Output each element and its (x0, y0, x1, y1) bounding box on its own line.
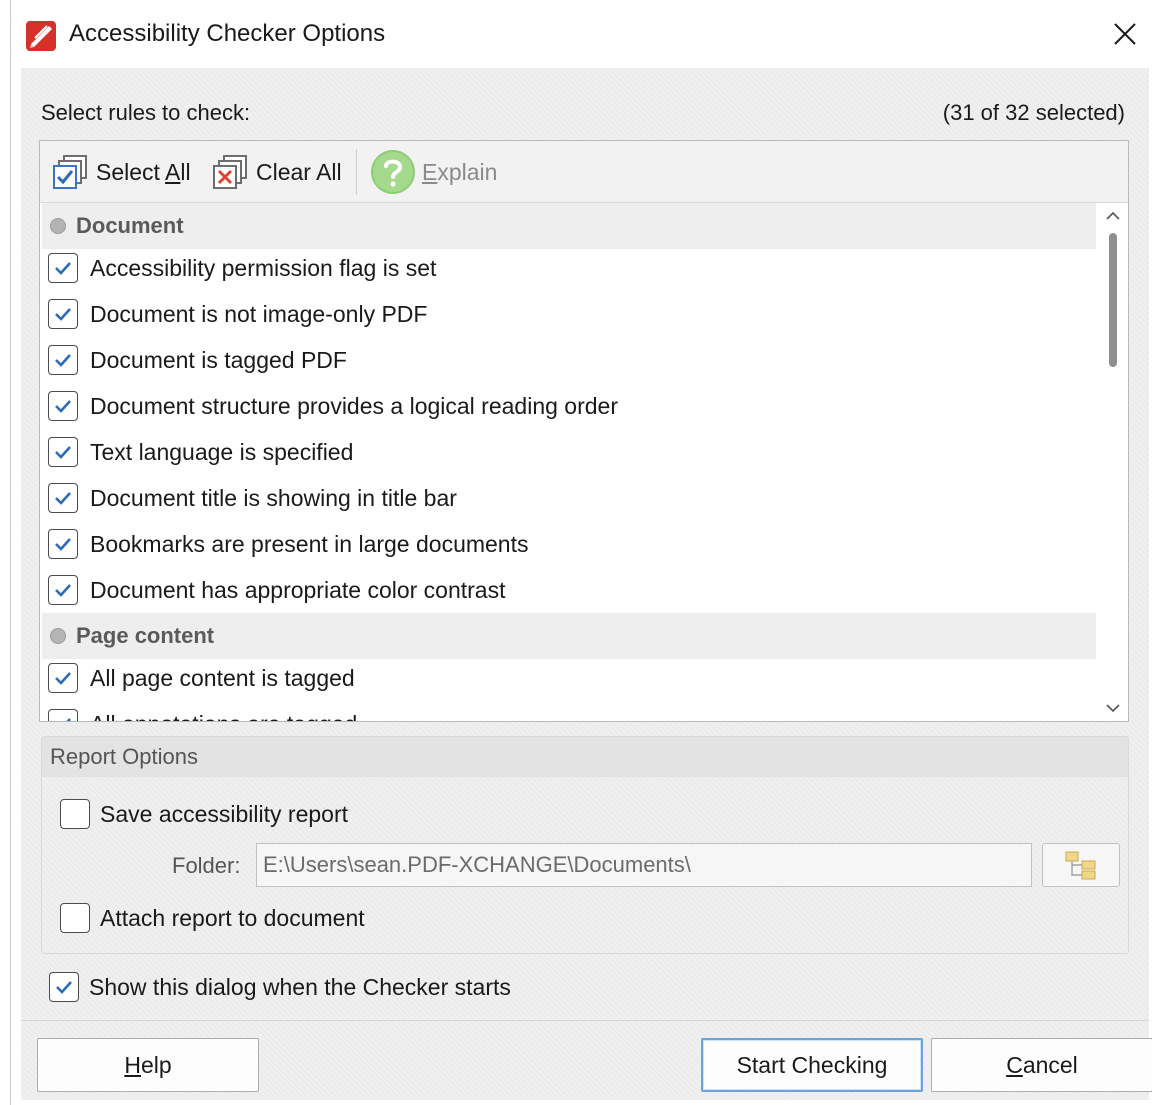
rule-label: Accessibility permission flag is set (90, 254, 437, 281)
group-row-document[interactable]: Document (42, 203, 1096, 249)
rule-row[interactable]: Text language is specified (42, 429, 1096, 475)
save-report-checkbox[interactable] (60, 799, 90, 829)
save-report-label: Save accessibility report (100, 800, 348, 827)
checkmark-icon (55, 262, 71, 275)
rule-row[interactable]: Document structure provides a logical re… (42, 383, 1096, 429)
dialog-body: Select rules to check: (31 of 32 selecte… (21, 68, 1152, 1100)
clear-all-button[interactable]: Clear All (206, 147, 346, 197)
rule-checkbox[interactable] (48, 709, 78, 721)
rule-checkbox[interactable] (48, 663, 78, 693)
report-options-header: Report Options (42, 737, 1128, 777)
group-label: Page content (76, 623, 215, 648)
rule-checkbox[interactable] (48, 529, 78, 559)
rules-heading: Select rules to check: (41, 100, 251, 125)
close-icon (1114, 23, 1136, 45)
attach-report-label: Attach report to document (100, 904, 365, 931)
rule-row[interactable]: All page content is tagged (42, 655, 1096, 701)
group-bullet-icon (50, 218, 66, 234)
rule-checkbox[interactable] (48, 483, 78, 513)
clear-all-label: Clear All (256, 158, 342, 185)
checkmark-icon (55, 538, 71, 551)
save-report-option[interactable]: Save accessibility report (60, 799, 348, 829)
rule-label: Document title is showing in title bar (90, 484, 457, 511)
scroll-up-button[interactable] (1098, 203, 1128, 229)
cancel-button[interactable]: Cancel (931, 1038, 1152, 1092)
rule-checkbox[interactable] (48, 437, 78, 467)
show-dialog-option[interactable]: Show this dialog when the Checker starts (49, 972, 511, 1002)
rule-checkbox[interactable] (48, 575, 78, 605)
start-checking-label: Start Checking (736, 1051, 888, 1078)
folder-tree-icon (1065, 851, 1096, 880)
rule-label: Document is tagged PDF (90, 346, 347, 373)
chevron-up-icon (1106, 211, 1120, 220)
report-options-group: Report Options Save accessibility report… (41, 736, 1129, 954)
cancel-button-label: Cancel (1006, 1051, 1078, 1078)
checkmark-icon (55, 584, 71, 597)
rule-label: All annotations are tagged (90, 711, 357, 722)
checkmark-icon (55, 354, 71, 367)
rules-toolbar: Select All Clear All Explain (40, 141, 1128, 203)
app-logo-icon (25, 20, 57, 52)
attach-report-option[interactable]: Attach report to document (60, 903, 365, 933)
title-bar[interactable]: Accessibility Checker Options (11, 0, 1152, 68)
chevron-down-icon (1106, 704, 1120, 713)
start-checking-button[interactable]: Start Checking (701, 1038, 923, 1092)
rule-label: Document has appropriate color contrast (90, 576, 506, 603)
checkmark-icon (55, 672, 71, 685)
checkmark-icon (56, 981, 72, 994)
rule-row[interactable]: Document is tagged PDF (42, 337, 1096, 383)
group-label: Document (76, 213, 184, 238)
button-bar-separator (21, 1020, 1149, 1021)
explain-label: Explain (422, 158, 498, 185)
rule-label: All page content is tagged (90, 664, 355, 691)
select-all-label: Select All (96, 158, 191, 185)
folder-path-field[interactable]: E:\Users\sean.PDF-XCHANGE\Documents\ (256, 843, 1032, 887)
help-icon (371, 150, 415, 194)
dialog-title: Accessibility Checker Options (69, 20, 386, 47)
rules-panel: Select All Clear All Explain Document Ac… (39, 140, 1129, 722)
rule-checkbox[interactable] (48, 391, 78, 421)
show-dialog-label: Show this dialog when the Checker starts (89, 973, 511, 1000)
checkmark-icon (55, 446, 71, 459)
rule-row[interactable]: Accessibility permission flag is set (42, 245, 1096, 291)
select-all-icon (53, 155, 87, 189)
folder-label: Folder: (172, 853, 241, 878)
show-dialog-checkbox[interactable] (49, 972, 79, 1002)
close-button[interactable] (1103, 12, 1147, 56)
checkmark-icon (66, 718, 71, 721)
rule-label: Document structure provides a logical re… (90, 392, 618, 419)
checkmark-icon (55, 308, 71, 321)
rule-row[interactable]: All annotations are tagged (42, 701, 1096, 721)
toolbar-separator (356, 149, 357, 195)
rule-row[interactable]: Bookmarks are present in large documents (42, 521, 1096, 567)
rule-label: Document is not image-only PDF (90, 300, 428, 327)
explain-button[interactable]: Explain (366, 147, 501, 197)
rule-label: Bookmarks are present in large documents (90, 530, 529, 557)
checkmark-icon (55, 400, 71, 413)
checkmark-icon (55, 492, 71, 505)
rules-list: Document Accessibility permission flag i… (40, 203, 1098, 721)
attach-report-checkbox[interactable] (60, 903, 90, 933)
rule-checkbox[interactable] (48, 299, 78, 329)
scroll-down-button[interactable] (1098, 695, 1128, 721)
rule-row[interactable]: Document is not image-only PDF (42, 291, 1096, 337)
rules-scrollbar[interactable] (1098, 203, 1128, 721)
selected-count: (31 of 32 selected) (942, 100, 1125, 125)
rule-label: Text language is specified (90, 438, 354, 465)
help-button[interactable]: Help (37, 1038, 259, 1092)
select-all-button[interactable]: Select All (46, 147, 195, 197)
scroll-thumb[interactable] (1109, 233, 1117, 367)
rule-row[interactable]: Document has appropriate color contrast (42, 567, 1096, 613)
dialog-window: Accessibility Checker Options Select rul… (10, 0, 1152, 1105)
rule-row[interactable]: Document title is showing in title bar (42, 475, 1096, 521)
help-button-label: Help (124, 1051, 172, 1078)
clear-all-icon (213, 155, 247, 189)
group-row-page-content[interactable]: Page content (42, 613, 1096, 659)
browse-folder-button[interactable] (1042, 843, 1120, 887)
group-bullet-icon (50, 628, 66, 644)
rule-checkbox[interactable] (48, 345, 78, 375)
rule-checkbox[interactable] (48, 253, 78, 283)
report-options-title: Report Options (50, 744, 198, 769)
